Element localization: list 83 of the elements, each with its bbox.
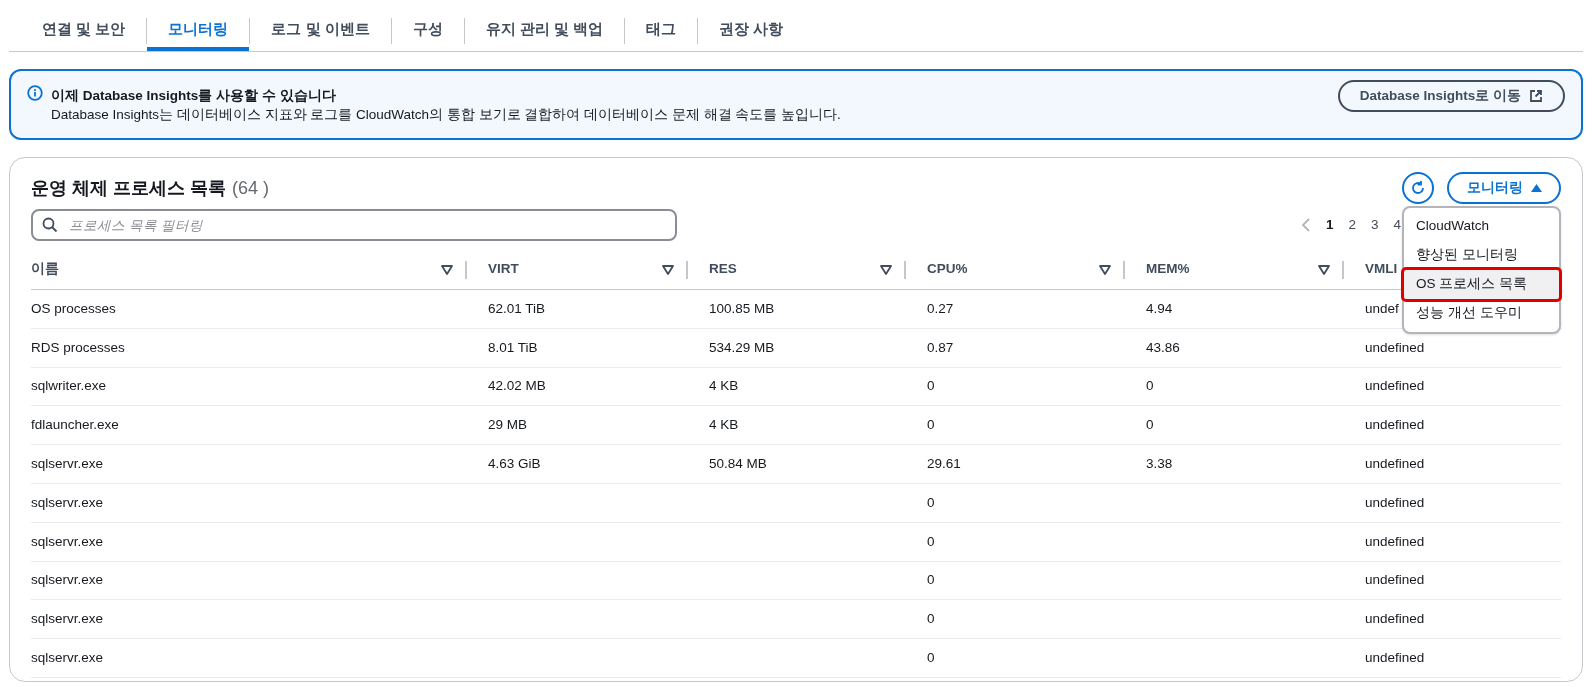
tab[interactable]: 유지 관리 및 백업 <box>464 11 625 51</box>
banner-title: 이제 Database Insights를 사용할 수 있습니다 <box>51 86 337 105</box>
tab[interactable]: 모니터링 <box>147 11 250 51</box>
caret-up-icon <box>1530 184 1542 192</box>
table-cell: 534.29 MB <box>709 339 775 355</box>
tab[interactable]: 권장 사항 <box>698 11 805 51</box>
table-cell: undefined <box>1365 417 1425 433</box>
table-cell: undefined <box>1365 533 1425 549</box>
table-cell: sqlwriter.exe <box>31 378 107 394</box>
tab[interactable]: 로그 및 이벤트 <box>250 11 391 51</box>
table-cell: 0 <box>927 494 935 510</box>
external-link-icon <box>1529 89 1543 103</box>
table-cell: sqlservr.exe <box>31 572 104 588</box>
sort-icon[interactable] <box>1099 264 1111 275</box>
table-cell: fdlauncher.exe <box>31 417 119 433</box>
table-cell: 0 <box>927 533 935 549</box>
table-cell: 29.61 <box>927 455 961 471</box>
column-header[interactable]: MEM% <box>1146 259 1318 280</box>
table-cell: 29 MB <box>488 417 528 433</box>
table-cell: 0 <box>1146 378 1154 394</box>
page-link[interactable]: 2 <box>1348 214 1356 236</box>
table-cell: 8.01 TiB <box>488 339 538 355</box>
table-cell: 42.02 MB <box>488 378 546 394</box>
banner-text: Database Insights는 데이터베이스 지표와 로그를 CloudWatch의 통합 보기로 결합하여 데이터베이스 문제 해결 속도를 높입니다. <box>51 105 842 124</box>
table-cell: sqlservr.exe <box>31 494 104 510</box>
monitoring-button[interactable]: 모니터링 <box>1447 172 1561 204</box>
table-cell: 62.01 TiB <box>488 300 546 316</box>
table-cell: sqlservr.exe <box>31 649 104 665</box>
table-cell: undefined <box>1365 494 1425 510</box>
table-cell: 0 <box>927 572 935 588</box>
search-field[interactable]: 프로세스 목록 필터링 <box>31 209 677 241</box>
table-cell: 0.27 <box>927 300 954 316</box>
table-cell: undefined <box>1365 339 1425 355</box>
table-cell: sqlservr.exe <box>31 533 104 549</box>
menu-item[interactable]: 향상된 모니터링 <box>1404 241 1559 270</box>
table-cell: 4 KB <box>709 378 739 394</box>
panel-title: 운영 체제 프로세스 목록 <box>31 176 226 200</box>
table-cell: 0.87 <box>927 339 954 355</box>
table-cell: 100.85 MB <box>709 300 775 316</box>
table-cell: 0 <box>1146 417 1154 433</box>
sort-icon[interactable] <box>880 264 892 275</box>
table-cell: OS processes <box>31 300 116 316</box>
menu-item[interactable]: CloudWatch <box>1404 212 1559 241</box>
table-cell: 0 <box>927 378 935 394</box>
refresh-icon <box>1410 180 1426 196</box>
table-cell: undefined <box>1365 378 1425 394</box>
table-cell: undefined <box>1365 455 1425 471</box>
menu-item[interactable]: OS 프로세스 목록 <box>1404 270 1559 299</box>
sort-icon[interactable] <box>662 264 674 275</box>
table-cell: 4.63 GiB <box>488 455 541 471</box>
table-cell: sqlservr.exe <box>31 611 104 627</box>
table-cell: 0 <box>927 417 935 433</box>
search-icon <box>42 217 58 233</box>
refresh-button[interactable] <box>1402 172 1434 204</box>
table-cell: 3.38 <box>1146 455 1173 471</box>
table-cell: 4 KB <box>709 417 739 433</box>
tab[interactable]: 연결 및 보안 <box>21 11 147 51</box>
table-cell: 50.84 MB <box>709 455 767 471</box>
tab[interactable]: 태그 <box>625 11 698 51</box>
table-cell: undefined <box>1365 572 1425 588</box>
page-link[interactable]: 4 <box>1393 214 1401 236</box>
page-link[interactable]: 1 <box>1325 214 1334 236</box>
process-count: (64 ) <box>232 176 270 200</box>
info-icon <box>27 85 43 101</box>
column-header[interactable]: 이름 <box>31 259 441 280</box>
insights-button[interactable]: Database Insights로 이동 <box>1337 80 1565 112</box>
table-cell: 0 <box>927 649 935 665</box>
sort-icon[interactable] <box>441 264 453 275</box>
page-link[interactable]: 3 <box>1370 214 1379 236</box>
table-cell: undef <box>1365 300 1399 316</box>
table-cell: undefined <box>1365 611 1425 627</box>
table-cell: 43.86 <box>1146 339 1180 355</box>
tab[interactable]: 구성 <box>391 11 464 51</box>
sort-icon[interactable] <box>1318 264 1330 275</box>
table-cell: sqlservr.exe <box>31 455 104 471</box>
table-cell: undefined <box>1365 649 1425 665</box>
table-cell: 0 <box>927 611 935 627</box>
column-header[interactable]: VIRT <box>488 259 662 280</box>
table-cell: 4.94 <box>1146 300 1173 316</box>
table-cell: RDS processes <box>31 339 125 355</box>
column-header[interactable]: RES <box>709 259 880 280</box>
column-header[interactable]: CPU% <box>927 259 1099 280</box>
menu-item[interactable]: 성능 개선 도우미 <box>1404 299 1559 328</box>
